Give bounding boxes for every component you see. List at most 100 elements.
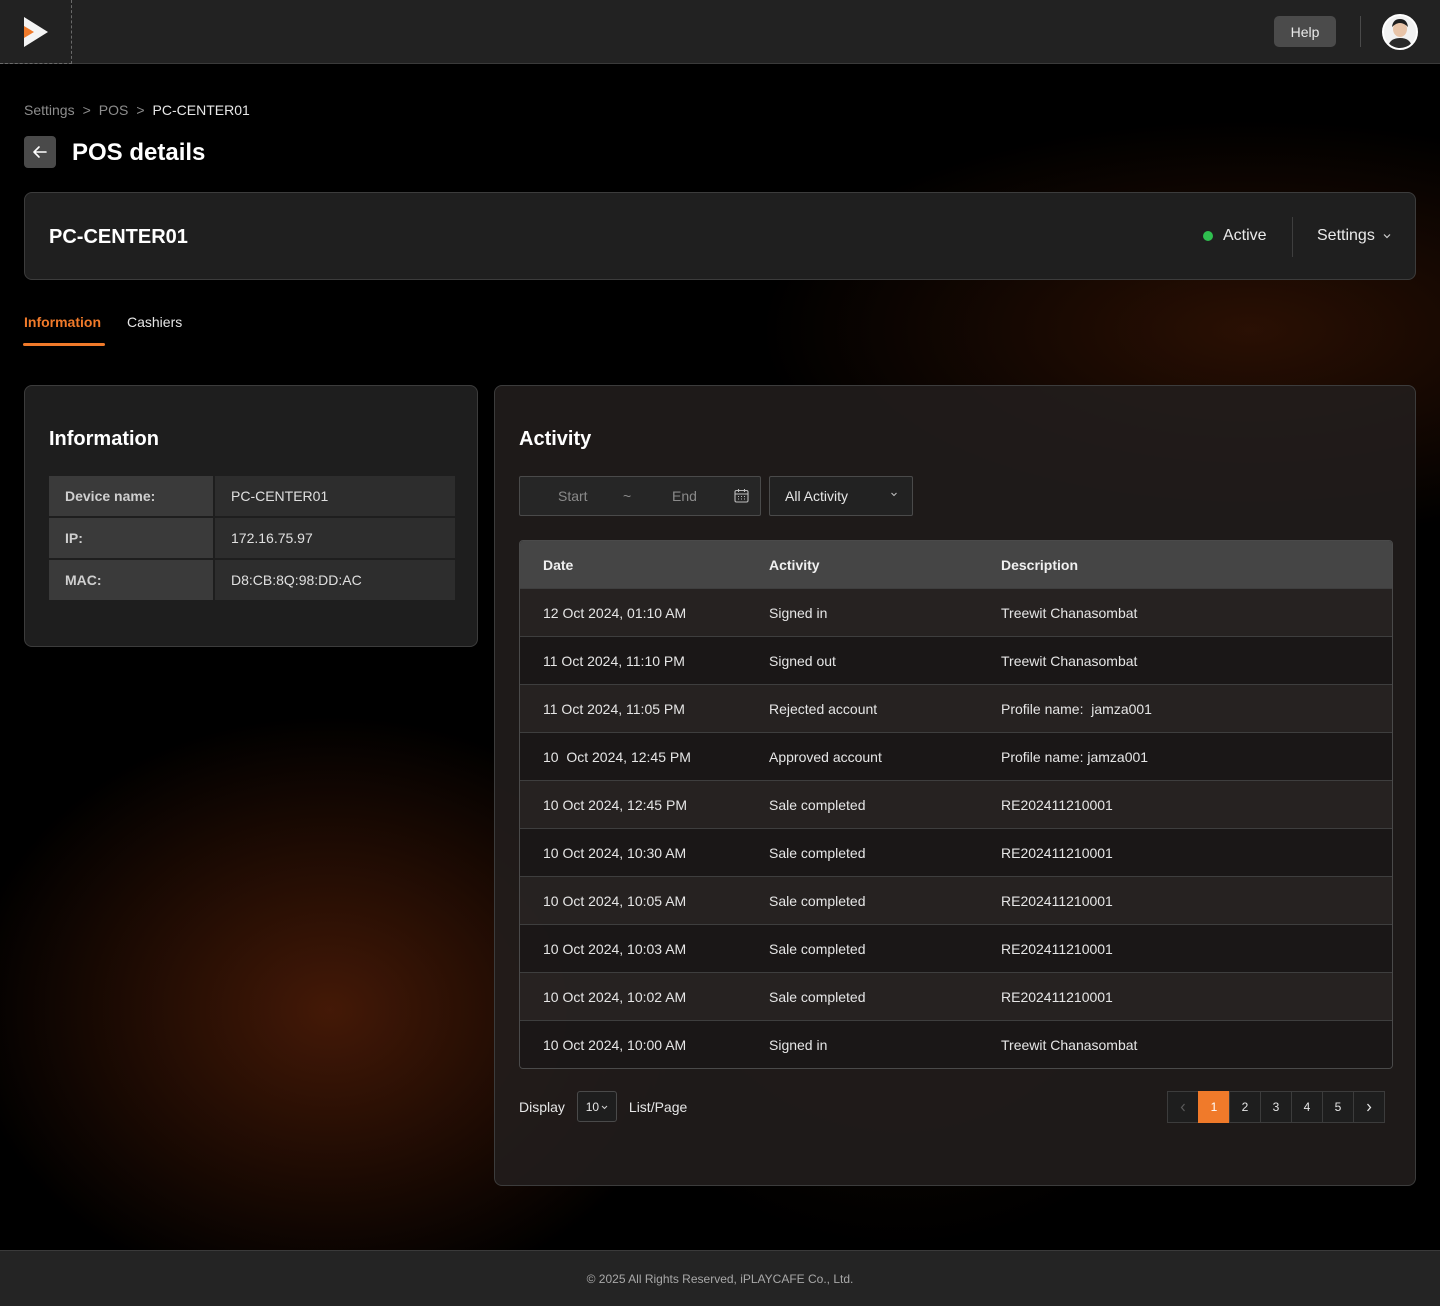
- cell-date: 10 Oct 2024, 10:05 AM: [543, 892, 687, 909]
- end-date-input[interactable]: End: [672, 488, 697, 504]
- tab-cashiers[interactable]: Cashiers: [127, 314, 182, 330]
- back-button[interactable]: [24, 136, 56, 168]
- cell-date: 11 Oct 2024, 11:05 PM: [543, 700, 685, 717]
- column-header-activity: Activity: [769, 556, 820, 573]
- cell-description: Treewit Chanasombat: [1001, 652, 1138, 669]
- settings-dropdown[interactable]: Settings: [1317, 227, 1391, 245]
- chevron-left-icon: [1180, 1103, 1185, 1111]
- cell-description: Treewit Chanasombat: [1001, 604, 1138, 621]
- cell-description: RE202411210001: [1001, 844, 1113, 861]
- cell-date: 10 Oct 2024, 10:30 AM: [543, 844, 687, 861]
- cell-description: RE202411210001: [1001, 940, 1113, 957]
- page-title: POS details: [72, 139, 206, 166]
- footer: © 2025 All Rights Reserved, iPLAYCAFE Co…: [0, 1250, 1440, 1306]
- next-page-button[interactable]: [1353, 1091, 1385, 1123]
- page-size-control: Display 10 List/Page: [519, 1091, 687, 1122]
- breadcrumb-pos[interactable]: POS: [99, 102, 129, 118]
- breadcrumb-separator: >: [136, 102, 145, 118]
- list-per-page-label: List/Page: [628, 1098, 688, 1115]
- table-row: 11 Oct 2024, 11:05 PM Rejected account P…: [520, 684, 1392, 732]
- active-tab-indicator: [23, 343, 105, 346]
- prev-page-button[interactable]: [1167, 1091, 1199, 1123]
- date-range-picker[interactable]: Start ~ End: [519, 476, 761, 516]
- table-row: 10 Oct 2024, 10:00 AM Signed in Treewit …: [520, 1020, 1392, 1068]
- chevron-right-icon: [1367, 1103, 1372, 1111]
- start-date-input[interactable]: Start: [558, 488, 588, 504]
- status-badge: Active: [1203, 227, 1267, 245]
- cell-date: 10 Oct 2024, 12:45 PM: [543, 796, 687, 813]
- status-label: Active: [1223, 227, 1267, 244]
- copyright-text: © 2025 All Rights Reserved, iPLAYCAFE Co…: [586, 1271, 854, 1286]
- per-page-select[interactable]: 10: [576, 1091, 617, 1122]
- activity-type-select[interactable]: All Activity: [769, 476, 913, 516]
- information-panel: Information Device name: PC-CENTER01 IP:…: [24, 385, 478, 647]
- table-row: 11 Oct 2024, 11:10 PM Signed out Treewit…: [520, 636, 1392, 684]
- cell-description: RE202411210001: [1001, 796, 1113, 813]
- cell-description: Profile name: jamza001: [1001, 748, 1149, 765]
- cell-description: RE202411210001: [1001, 892, 1113, 909]
- info-row-ip: IP: 172.16.75.97: [49, 518, 455, 558]
- cell-activity: Sale completed: [769, 988, 866, 1005]
- cell-activity: Signed in: [769, 604, 828, 621]
- page-button-3[interactable]: 3: [1260, 1091, 1292, 1123]
- device-card: PC-CENTER01 Active Settings: [24, 192, 1416, 280]
- calendar-icon[interactable]: [734, 488, 749, 503]
- top-bar: Help: [0, 0, 1440, 64]
- user-avatar-icon: [1384, 16, 1416, 48]
- table-body: 12 Oct 2024, 01:10 AM Signed in Treewit …: [520, 588, 1392, 1068]
- cell-activity: Rejected account: [769, 700, 878, 717]
- breadcrumb-separator: >: [82, 102, 91, 118]
- chevron-down-icon: [891, 492, 897, 497]
- cell-date: 10 Oct 2024, 10:00 AM: [543, 1036, 687, 1053]
- chevron-down-icon: [601, 1105, 608, 1109]
- pagination: 1 2 3 4 5: [1167, 1091, 1385, 1123]
- info-key: IP:: [49, 518, 213, 558]
- cell-date: 10 Oct 2024, 10:02 AM: [543, 988, 687, 1005]
- cell-description: Profile name: jamza001: [1001, 700, 1152, 717]
- cell-activity: Signed out: [769, 652, 836, 669]
- cell-activity: Approved account: [769, 748, 882, 765]
- tab-information[interactable]: Information: [24, 314, 101, 330]
- table-row: 10 Oct 2024, 12:45 PM Sale completed RE2…: [520, 780, 1392, 828]
- cell-activity: Sale completed: [769, 892, 866, 909]
- table-row: 10 Oct 2024, 10:03 AM Sale completed RE2…: [520, 924, 1392, 972]
- page-button-5[interactable]: 5: [1322, 1091, 1354, 1123]
- activity-panel: Activity Start ~ End All Activity Date A…: [494, 385, 1416, 1186]
- activity-title: Activity: [519, 428, 592, 450]
- app-logo[interactable]: [0, 0, 72, 64]
- column-header-description: Description: [1001, 556, 1079, 573]
- avatar[interactable]: [1382, 14, 1418, 50]
- cell-activity: Signed in: [769, 1036, 828, 1053]
- cell-description: RE202411210001: [1001, 988, 1113, 1005]
- table-row: 10 Oct 2024, 10:02 AM Sale completed RE2…: [520, 972, 1392, 1020]
- activity-select-value: All Activity: [785, 488, 849, 504]
- cell-activity: Sale completed: [769, 796, 866, 813]
- breadcrumb-settings[interactable]: Settings: [24, 102, 75, 118]
- activity-table: Date Activity Description 12 Oct 2024, 0…: [519, 540, 1393, 1069]
- page-button-2[interactable]: 2: [1229, 1091, 1261, 1123]
- column-header-date: Date: [543, 556, 574, 573]
- info-row-device-name: Device name: PC-CENTER01: [49, 476, 455, 516]
- info-key: MAC:: [49, 560, 213, 600]
- card-divider: [1292, 217, 1293, 257]
- device-name: PC-CENTER01: [49, 226, 188, 248]
- info-key: Device name:: [49, 476, 213, 516]
- table-header: Date Activity Description: [520, 541, 1392, 588]
- breadcrumb: Settings > POS > PC-CENTER01: [24, 102, 250, 118]
- help-button[interactable]: Help: [1274, 16, 1336, 47]
- table-row: 10 Oct 2024, 12:45 PM Approved account P…: [520, 732, 1392, 780]
- page-button-1[interactable]: 1: [1198, 1091, 1230, 1123]
- table-row: 10 Oct 2024, 10:30 AM Sale completed RE2…: [520, 828, 1392, 876]
- info-value: 172.16.75.97: [215, 518, 455, 558]
- play-logo-icon: [23, 16, 48, 47]
- display-label: Display: [519, 1098, 565, 1115]
- cell-date: 11 Oct 2024, 11:10 PM: [543, 652, 685, 669]
- page-button-4[interactable]: 4: [1291, 1091, 1323, 1123]
- chevron-down-icon: [1383, 234, 1391, 239]
- info-value: PC-CENTER01: [215, 476, 455, 516]
- per-page-value: 10: [585, 1099, 600, 1114]
- cell-date: 12 Oct 2024, 01:10 AM: [543, 604, 687, 621]
- settings-label: Settings: [1317, 227, 1375, 244]
- cell-activity: Sale completed: [769, 940, 866, 957]
- status-dot-icon: [1203, 231, 1213, 241]
